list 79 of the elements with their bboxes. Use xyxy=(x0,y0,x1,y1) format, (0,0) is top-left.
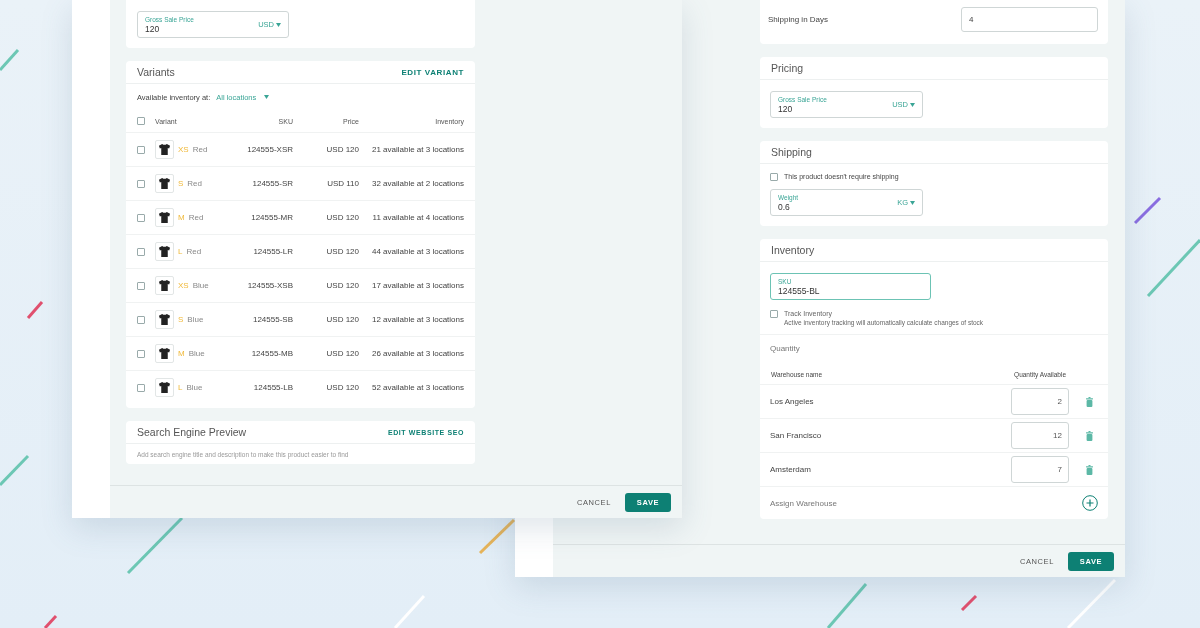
warehouse-name: Los Angeles xyxy=(770,397,814,406)
checkbox[interactable] xyxy=(137,179,145,188)
sku-cell-text: 124555-LB xyxy=(252,383,293,392)
sku-cell-text: 124555-MB xyxy=(250,349,293,358)
checkbox[interactable] xyxy=(770,310,778,318)
sku-cell-text: 124555-LR xyxy=(252,247,293,256)
color-label: Blue xyxy=(192,281,209,290)
price-cell-text: USD 120 xyxy=(325,145,359,154)
warehouse-name: San Francisco xyxy=(770,431,822,440)
inventory-cell-text: 44 available at 3 locations xyxy=(370,247,464,256)
color-label: Red xyxy=(186,247,202,256)
checkbox[interactable] xyxy=(137,315,145,324)
card-title: Shipping xyxy=(771,146,812,158)
trash-icon[interactable] xyxy=(1086,464,1093,475)
checkbox[interactable] xyxy=(137,281,145,290)
price-cell-text: USD 120 xyxy=(325,315,359,324)
price-cell-text: USD 120 xyxy=(325,383,359,392)
size-label: L xyxy=(178,383,183,392)
size-label: M xyxy=(178,349,185,358)
input-field[interactable]: 4 xyxy=(961,7,1098,32)
sku-cell-text: 124555-XSB xyxy=(246,281,293,290)
caret-icon xyxy=(910,102,915,107)
checkbox[interactable] xyxy=(137,349,145,358)
size-label: S xyxy=(178,315,184,324)
price-cell-text: USD 120 xyxy=(325,247,359,256)
inventory-cell-text: 52 available at 3 locations xyxy=(370,383,464,392)
price-cell-text: USD 120 xyxy=(325,349,359,358)
color-label: Red xyxy=(188,213,204,222)
edit-variant-link[interactable]: EDIT VARIANT xyxy=(401,67,464,77)
price-cell-text: USD 120 xyxy=(325,281,359,290)
checkbox[interactable] xyxy=(137,117,145,125)
inventory-cell-text: 26 available at 3 locations xyxy=(370,349,464,358)
caret-icon xyxy=(276,22,281,27)
price-cell-text: USD 120 xyxy=(325,213,359,222)
size-label: XS xyxy=(178,145,189,154)
assign-warehouse-label: Assign Warehouse xyxy=(770,498,837,508)
checkbox[interactable] xyxy=(137,145,145,154)
inventory-cell-text: 11 available at 4 locations xyxy=(371,213,464,222)
size-label: XS xyxy=(178,281,189,290)
caret-icon xyxy=(910,200,915,205)
field-value: 0.6 xyxy=(778,201,790,212)
size-label: L xyxy=(178,247,183,256)
inventory-cell-text: 32 available at 2 locations xyxy=(370,179,464,188)
checkbox[interactable] xyxy=(770,173,778,181)
quantity-field[interactable]: 7 xyxy=(1011,456,1069,483)
card-title: Variants xyxy=(137,66,175,78)
size-label: S xyxy=(178,179,184,188)
color-label: Blue xyxy=(187,315,204,324)
trash-icon[interactable] xyxy=(1086,430,1093,441)
field-value: 120 xyxy=(145,23,161,34)
section-label: Quantity xyxy=(770,344,800,353)
quantity-field[interactable]: 2 xyxy=(1011,388,1069,415)
sku-cell-text: 124555-SB xyxy=(251,315,293,324)
inventory-cell-text: 17 available at 3 locations xyxy=(370,281,464,290)
card-title: Search Engine Preview xyxy=(137,426,247,438)
color-label: Red xyxy=(192,145,208,154)
checkbox[interactable] xyxy=(137,213,145,222)
price-cell-text: USD 110 xyxy=(326,179,359,188)
color-label: Blue xyxy=(186,383,203,392)
caret-icon xyxy=(264,95,270,99)
field-label: Shipping in Days xyxy=(768,15,829,24)
warehouse-name: Amsterdam xyxy=(770,465,811,474)
color-label: Red xyxy=(187,179,203,188)
color-label: Blue xyxy=(188,349,205,358)
size-label: M xyxy=(178,213,185,222)
checkbox[interactable] xyxy=(137,247,145,256)
sku-cell-text: 124555-MR xyxy=(250,213,293,222)
quantity-field[interactable]: 12 xyxy=(1011,422,1069,449)
field-value: 124555-BL xyxy=(778,285,820,296)
card-title: Inventory xyxy=(771,244,815,256)
card-title: Pricing xyxy=(771,62,804,74)
trash-icon[interactable] xyxy=(1086,396,1093,407)
inventory-cell-text: 12 available at 3 locations xyxy=(370,315,464,324)
sku-cell-text: 124555-XSR xyxy=(246,145,293,154)
field-value: 120 xyxy=(778,103,794,114)
add-circle-icon[interactable] xyxy=(1082,495,1098,511)
checkbox[interactable] xyxy=(137,383,145,392)
inventory-cell-text: 21 available at 3 locations xyxy=(370,145,464,154)
sku-cell-text: 124555-SR xyxy=(251,179,293,188)
